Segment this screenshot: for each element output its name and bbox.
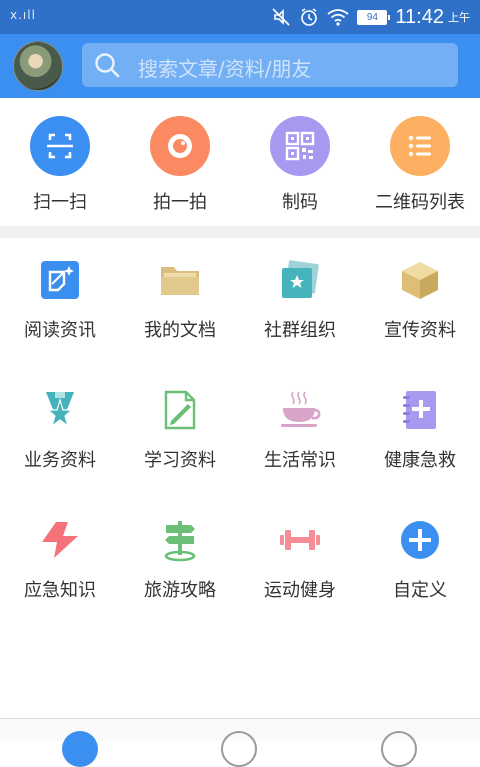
- grid-item-custom[interactable]: 自定义: [360, 518, 480, 602]
- status-right: 94 11:42 上午: [271, 5, 470, 29]
- grid-label-business: 业务资料: [24, 450, 96, 471]
- grid-label-reading: 阅读资讯: [24, 320, 96, 341]
- grid-label-study: 学习资料: [144, 450, 216, 471]
- grid-label-travel: 旅游攻略: [144, 580, 216, 601]
- first-aid-book-icon: [398, 388, 442, 432]
- coffee-cup-icon: [278, 388, 322, 432]
- qr-code-icon: [270, 116, 330, 176]
- award-icon: [38, 388, 82, 432]
- avatar[interactable]: [13, 41, 63, 91]
- grid-item-first-aid[interactable]: 健康急救: [360, 388, 480, 472]
- status-bar: x.ıll 94 11:42 上午: [0, 0, 480, 34]
- tab-home-icon[interactable]: [62, 731, 98, 767]
- grid-label-first-aid: 健康急救: [384, 450, 456, 471]
- grid-item-business[interactable]: 业务资料: [0, 388, 120, 472]
- add-circle-icon: [398, 518, 442, 562]
- quick-qr-list-label: 二维码列表: [375, 192, 465, 213]
- grid-label-life-tips: 生活常识: [264, 450, 336, 471]
- tab-middle-icon[interactable]: [221, 731, 257, 767]
- grid-item-promotion[interactable]: 宣传资料: [360, 258, 480, 342]
- search-input[interactable]: 搜索文章/资料/朋友: [138, 53, 311, 82]
- quick-make-code-label: 制码: [282, 192, 318, 213]
- quick-scan-label: 扫一扫: [33, 192, 87, 213]
- grid-label-emergency: 应急知识: [24, 580, 96, 601]
- lightning-icon: [38, 518, 82, 562]
- edit-document-icon: [158, 388, 202, 432]
- bottom-tab-bar: [0, 718, 480, 767]
- signal-indicator: x.ıll: [10, 8, 36, 22]
- grid-label-community: 社群组织: [264, 320, 336, 341]
- grid-label-fitness: 运动健身: [264, 580, 336, 601]
- folder-icon: [158, 258, 202, 302]
- grid-item-community[interactable]: 社群组织: [240, 258, 360, 342]
- grid-item-fitness[interactable]: 运动健身: [240, 518, 360, 602]
- quick-scan[interactable]: 扫一扫: [0, 116, 120, 214]
- grid-label-documents: 我的文档: [144, 320, 216, 341]
- quick-shoot[interactable]: 拍一拍: [120, 116, 240, 214]
- box-icon: [398, 258, 442, 302]
- mute-icon: [272, 8, 290, 26]
- grid-label-custom: 自定义: [393, 580, 447, 601]
- quick-actions: 扫一扫 拍一拍 制码 二维码列表: [0, 98, 480, 226]
- signpost-icon: [158, 518, 202, 562]
- community-icon: [278, 258, 322, 302]
- alarm-clock-icon: [301, 8, 318, 26]
- grid-label-promotion: 宣传资料: [384, 320, 456, 341]
- tab-profile-icon[interactable]: [381, 731, 417, 767]
- dumbbell-icon: [278, 518, 322, 562]
- wifi-icon: [327, 9, 349, 26]
- clock-time: 11:42: [395, 5, 444, 28]
- quick-qr-list[interactable]: 二维码列表: [360, 116, 480, 214]
- quick-make-code[interactable]: 制码: [240, 116, 360, 214]
- section-divider: [0, 226, 480, 238]
- top-header: 搜索文章/资料/朋友: [0, 34, 480, 98]
- quick-shoot-label: 拍一拍: [153, 192, 207, 213]
- search-bar[interactable]: 搜索文章/资料/朋友: [82, 43, 458, 87]
- scan-icon: [30, 116, 90, 176]
- grid-item-emergency[interactable]: 应急知识: [0, 518, 120, 602]
- grid-item-documents[interactable]: 我的文档: [120, 258, 240, 342]
- camera-shutter-icon: [150, 116, 210, 176]
- grid-item-study[interactable]: 学习资料: [120, 388, 240, 472]
- grid-item-life-tips[interactable]: 生活常识: [240, 388, 360, 472]
- clock-ampm: 上午: [448, 11, 470, 24]
- grid-item-travel[interactable]: 旅游攻略: [120, 518, 240, 602]
- search-icon: [95, 53, 120, 78]
- list-icon: [390, 116, 450, 176]
- grid-item-reading[interactable]: 阅读资讯: [0, 258, 120, 342]
- reading-icon: [38, 258, 82, 302]
- battery-indicator: 94: [357, 9, 391, 25]
